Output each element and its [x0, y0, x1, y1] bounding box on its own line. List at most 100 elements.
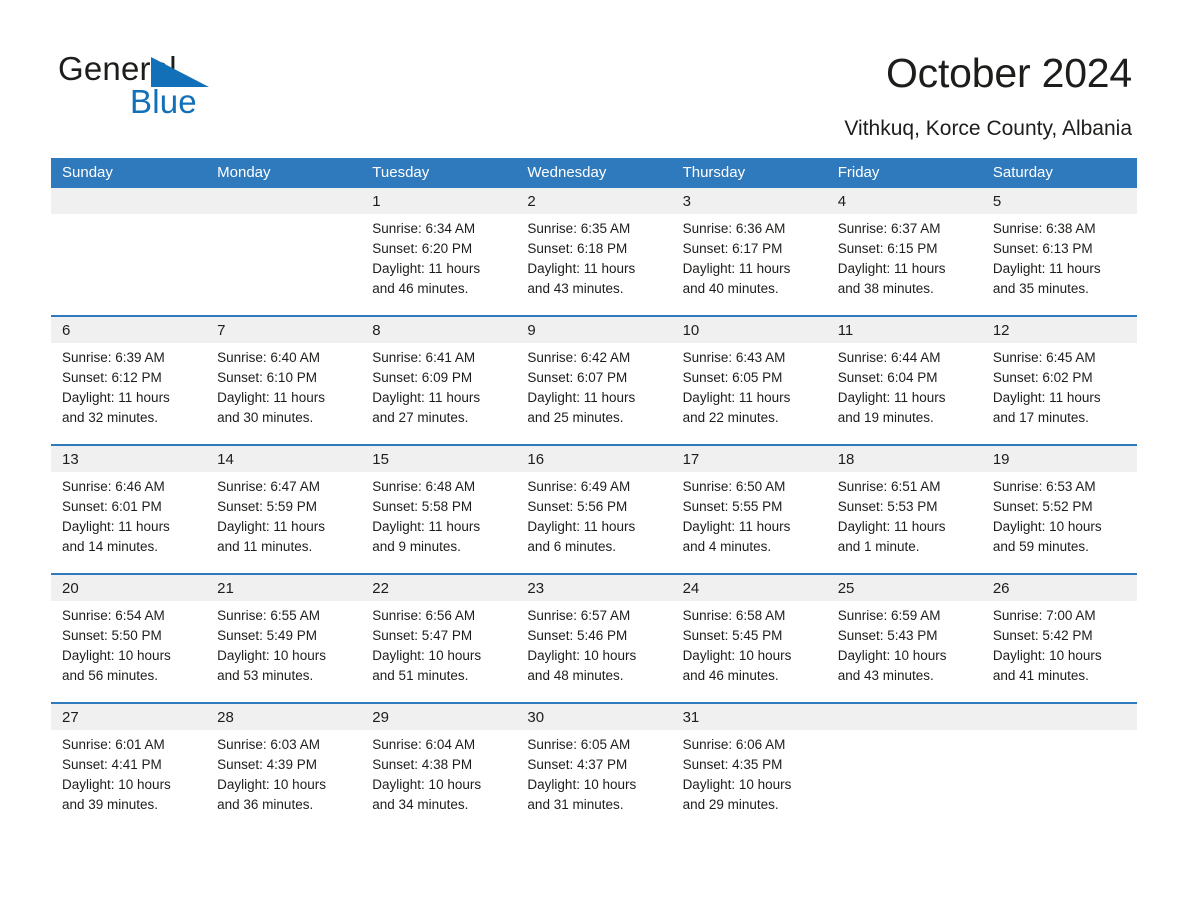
- day-number[interactable]: 7: [206, 317, 361, 343]
- sunset-text: Sunset: 6:01 PM: [62, 499, 162, 514]
- day-number[interactable]: 21: [206, 575, 361, 601]
- daylight-text-line1: Daylight: 10 hours: [62, 777, 171, 792]
- daylight-text-line1: Daylight: 11 hours: [527, 519, 636, 534]
- day-cell: Sunrise: 6:04 AM Sunset: 4:38 PM Daylight:…: [361, 735, 516, 815]
- week-date-band: 13 14 15 16 17 18 19: [51, 446, 1137, 472]
- sunrise-text: Sunrise: 6:03 AM: [217, 737, 320, 752]
- sunrise-text: Sunrise: 6:34 AM: [372, 221, 476, 236]
- sunset-text: Sunset: 6:02 PM: [992, 370, 1093, 385]
- day-number[interactable]: 19: [982, 446, 1137, 472]
- day-number[interactable]: 25: [827, 575, 982, 601]
- day-cell: Sunrise: 6:57 AM Sunset: 5:46 PM Daylight:…: [516, 606, 671, 686]
- day-number[interactable]: 9: [516, 317, 671, 343]
- daylight-text-line1: Daylight: 11 hours: [527, 390, 636, 405]
- daylight-text-line2: and 22 minutes.: [682, 410, 779, 425]
- sunrise-text: Sunrise: 7:00 AM: [992, 608, 1096, 623]
- day-number[interactable]: 2: [516, 188, 671, 214]
- daylight-text-line2: and 36 minutes.: [217, 797, 314, 812]
- sunset-text: Sunset: 6:20 PM: [372, 241, 473, 256]
- sunrise-text: Sunrise: 6:01 AM: [62, 737, 165, 752]
- sunrise-text: Sunrise: 6:04 AM: [372, 737, 476, 752]
- daylight-text-line2: and 43 minutes.: [837, 668, 934, 683]
- sunset-text: Sunset: 5:45 PM: [682, 628, 783, 643]
- daylight-text-line2: and 39 minutes.: [62, 797, 159, 812]
- daylight-text-line2: and 9 minutes.: [372, 539, 461, 554]
- day-number-empty: [51, 188, 206, 214]
- day-number[interactable]: 24: [672, 575, 827, 601]
- day-cell-empty: [982, 735, 1137, 815]
- sunrise-text: Sunrise: 6:40 AM: [217, 350, 320, 365]
- day-cell: Sunrise: 6:45 AM Sunset: 6:02 PM Daylight:…: [982, 348, 1137, 428]
- day-number[interactable]: 15: [361, 446, 516, 472]
- day-number[interactable]: 17: [672, 446, 827, 472]
- day-number-empty: [982, 704, 1137, 730]
- sunrise-text: Sunrise: 6:39 AM: [62, 350, 165, 365]
- calendar-week-row: 20 21 22 23 24 25 26 Sunrise: 6:54 AM Sunset: 5:…: [51, 573, 1137, 686]
- day-number[interactable]: 26: [982, 575, 1137, 601]
- day-number[interactable]: 18: [827, 446, 982, 472]
- calendar-weeks: 12345 Sunrise: 6:34 AM Sunset: 6:20 PM Day…: [51, 186, 1137, 815]
- week-date-band: 20 21 22 23 24 25 26: [51, 575, 1137, 601]
- day-number-empty: [206, 188, 361, 214]
- day-number[interactable]: 10: [672, 317, 827, 343]
- daylight-text-line1: Daylight: 11 hours: [372, 519, 481, 534]
- sunrise-text: Sunrise: 6:46 AM: [62, 479, 165, 494]
- sunset-text: Sunset: 6:12 PM: [62, 370, 162, 385]
- sunrise-text: Sunrise: 6:41 AM: [372, 350, 476, 365]
- day-number[interactable]: 5: [982, 188, 1137, 214]
- day-cell: Sunrise: 6:41 AM Sunset: 6:09 PM Daylight:…: [361, 348, 516, 428]
- day-number[interactable]: 13: [51, 446, 206, 472]
- sunset-text: Sunset: 5:49 PM: [217, 628, 317, 643]
- general-blue-logo[interactable]: General Blue: [58, 52, 318, 120]
- calendar-week-row: 6 7 8 9 10 11 12 Sunrise: 6:39 AM Sunset: 6:12 P…: [51, 315, 1137, 428]
- sunset-text: Sunset: 5:55 PM: [682, 499, 783, 514]
- day-number[interactable]: 31: [672, 704, 827, 730]
- day-number[interactable]: 1: [361, 188, 516, 214]
- day-number[interactable]: 4: [827, 188, 982, 214]
- sunrise-text: Sunrise: 6:54 AM: [62, 608, 165, 623]
- daylight-text-line1: Daylight: 10 hours: [682, 648, 792, 663]
- day-number[interactable]: 3: [672, 188, 827, 214]
- day-number[interactable]: 6: [51, 317, 206, 343]
- day-number[interactable]: 29: [361, 704, 516, 730]
- day-number[interactable]: 23: [516, 575, 671, 601]
- daylight-text-line1: Daylight: 11 hours: [992, 261, 1101, 276]
- dow-wednesday: Wednesday: [527, 163, 607, 181]
- sunset-text: Sunset: 5:53 PM: [837, 499, 938, 514]
- day-number[interactable]: 20: [51, 575, 206, 601]
- day-cell: Sunrise: 6:06 AM Sunset: 4:35 PM Daylight:…: [672, 735, 827, 815]
- day-number[interactable]: 27: [51, 704, 206, 730]
- day-number[interactable]: 30: [516, 704, 671, 730]
- day-number[interactable]: 14: [206, 446, 361, 472]
- day-cell: Sunrise: 6:38 AM Sunset: 6:13 PM Daylight:…: [982, 219, 1137, 299]
- day-number[interactable]: 12: [982, 317, 1137, 343]
- sunset-text: Sunset: 6:17 PM: [682, 241, 783, 256]
- dow-monday: Monday: [217, 163, 271, 181]
- sunset-text: Sunset: 5:50 PM: [62, 628, 162, 643]
- day-cell: Sunrise: 6:47 AM Sunset: 5:59 PM Daylight:…: [206, 477, 361, 557]
- day-number[interactable]: 16: [516, 446, 671, 472]
- daylight-text-line1: Daylight: 10 hours: [837, 648, 947, 663]
- week-spacer: [51, 557, 1137, 573]
- dow-sunday: Sunday: [62, 163, 113, 181]
- daylight-text-line2: and 30 minutes.: [217, 410, 314, 425]
- day-number[interactable]: 11: [827, 317, 982, 343]
- calendar-page: General Blue October 2024 Vithkuq, Korce…: [0, 0, 1188, 918]
- sunset-text: Sunset: 5:52 PM: [992, 499, 1093, 514]
- day-number[interactable]: 8: [361, 317, 516, 343]
- sunrise-text: Sunrise: 6:51 AM: [837, 479, 941, 494]
- day-number[interactable]: 28: [206, 704, 361, 730]
- daylight-text-line1: Daylight: 11 hours: [682, 261, 791, 276]
- daylight-text-line1: Daylight: 11 hours: [217, 519, 325, 534]
- daylight-text-line2: and 29 minutes.: [682, 797, 779, 812]
- day-cell-empty: [206, 219, 361, 299]
- daylight-text-line2: and 46 minutes.: [682, 668, 779, 683]
- sunrise-text: Sunrise: 6:43 AM: [682, 350, 786, 365]
- daylight-text-line1: Daylight: 11 hours: [217, 390, 325, 405]
- daylight-text-line2: and 38 minutes.: [837, 281, 934, 296]
- day-number[interactable]: 22: [361, 575, 516, 601]
- day-cell: Sunrise: 6:36 AM Sunset: 6:17 PM Daylight:…: [672, 219, 827, 299]
- daylight-text-line2: and 19 minutes.: [837, 410, 934, 425]
- daylight-text-line2: and 32 minutes.: [62, 410, 159, 425]
- sunrise-text: Sunrise: 6:49 AM: [527, 479, 631, 494]
